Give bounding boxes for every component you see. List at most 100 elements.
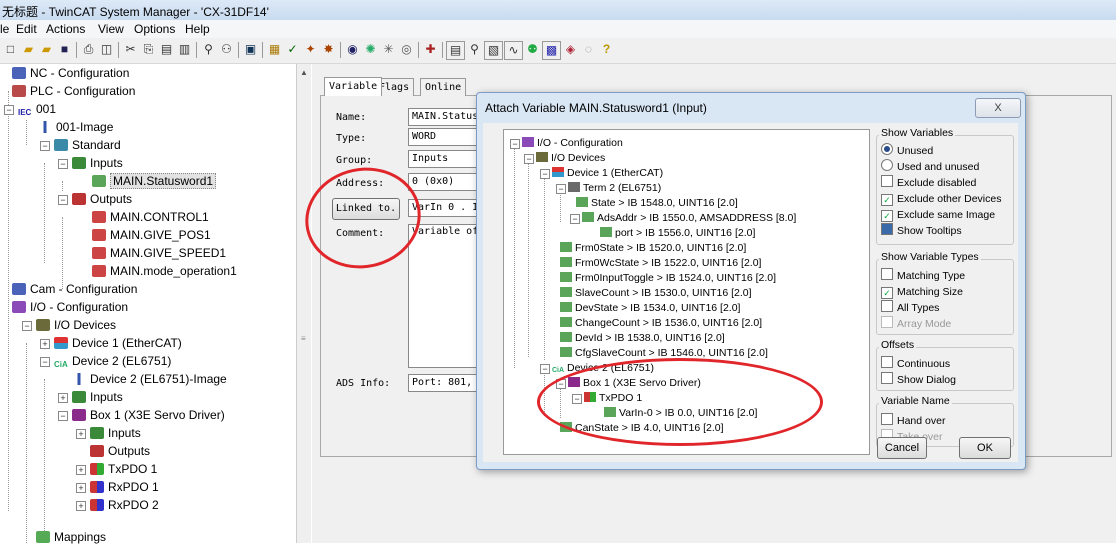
checkbox-icon[interactable] [881,300,893,312]
checkbox-icon[interactable] [881,372,893,384]
option-all-types[interactable]: All Types [881,300,939,316]
menu-actions[interactable]: Actions [46,22,85,36]
option-hand-over[interactable]: Hand over [881,413,945,429]
tree-item-nc-configuration[interactable]: NC - Configuration [12,64,129,82]
expand-toggle-icon[interactable]: − [40,141,50,151]
tree-item-device2-inputs[interactable]: Inputs [72,388,123,406]
dtree-term2[interactable]: Term 2 (EL6751) [568,180,661,196]
tree-item-inputs[interactable]: Inputs [72,154,123,172]
box-icon[interactable]: ▤ [446,41,465,60]
expand-toggle-icon[interactable]: − [540,364,550,374]
expand-toggle-icon[interactable]: − [22,321,32,331]
tree-item-rxpdo1[interactable]: RxPDO 1 [90,478,159,496]
checkbox-icon[interactable] [881,268,893,280]
expand-toggle-icon[interactable]: + [76,429,86,439]
checkbox-checked-icon[interactable]: ✓ [881,210,893,222]
dtree-io-configuration[interactable]: I/O - Configuration [522,135,623,151]
choose-target-icon[interactable]: ◉ [344,41,361,58]
tree-item-io-configuration[interactable]: I/O - Configuration [12,298,128,316]
copy-icon[interactable]: ⎘ [140,41,157,58]
zoom-icon[interactable]: ⚲ [466,41,483,58]
link-icon[interactable]: ✚ [422,41,439,58]
dtree-io-devices[interactable]: I/O Devices [536,150,605,166]
save-icon[interactable]: ■ [56,41,73,58]
info-icon[interactable]: ◌ [580,41,597,58]
expand-toggle-icon[interactable]: + [40,339,50,349]
expand-toggle-icon[interactable]: − [4,105,14,115]
option-show-dialog[interactable]: Show Dialog [881,372,956,388]
config-icon[interactable]: ▩ [542,41,561,60]
tree-item-box1-inputs[interactable]: Inputs [90,424,141,442]
option-exclude-disabled[interactable]: Exclude disabled [881,175,976,191]
dtree-changecount[interactable]: ChangeCount > IB 1536.0, UINT16 [2.0] [560,315,762,331]
menu-help[interactable]: Help [185,22,210,36]
variable-icon[interactable]: ▧ [484,41,503,60]
close-button[interactable]: X [975,98,1021,118]
expand-toggle-icon[interactable]: − [510,139,520,149]
expand-toggle-icon[interactable]: − [58,411,68,421]
tree-item-001-image[interactable]: 001-Image [38,118,113,136]
tree-item-box1[interactable]: Box 1 (X3E Servo Driver) [72,406,225,424]
find-next-icon[interactable]: ⚇ [218,41,235,58]
scope-icon[interactable]: ∿ [504,41,523,60]
option-exclude-same-image[interactable]: ✓ Exclude same Image [881,207,995,223]
option-continuous[interactable]: Continuous [881,356,950,372]
expand-toggle-icon[interactable]: + [58,393,68,403]
splitter-grip-icon[interactable]: ≡ [301,334,306,343]
option-exclude-other-devices[interactable]: ✓ Exclude other Devices [881,191,1001,207]
expand-toggle-icon[interactable]: + [76,501,86,511]
ok-button[interactable]: OK [959,437,1011,459]
dtree-state[interactable]: State > IB 1548.0, UINT16 [2.0] [576,195,738,211]
print-icon[interactable]: ⎙ [80,41,97,58]
tree-item-device1-ethercat[interactable]: Device 1 (EtherCAT) [54,334,182,352]
dtree-frm0inputtoggle[interactable]: Frm0InputToggle > IB 1524.0, UINT16 [2.0… [560,270,776,286]
tree-item-mappings[interactable]: Mappings [36,528,106,546]
tree-item-plc-configuration[interactable]: PLC - Configuration [12,82,135,100]
radio-icon[interactable] [881,159,893,171]
scan-icon[interactable]: ✺ [362,41,379,58]
tree-item-cam-configuration[interactable]: Cam - Configuration [12,280,137,298]
tab-online[interactable]: Online [420,78,467,96]
tab-variable[interactable]: Variable [324,77,383,96]
paste-icon[interactable]: ▤ [158,41,175,58]
tree-item-device2-image[interactable]: Device 2 (EL6751)-Image [72,370,227,388]
menu-view[interactable]: View [98,22,124,36]
expand-toggle-icon[interactable]: − [58,195,68,205]
tree-item-box1-outputs[interactable]: Outputs [90,442,150,460]
bus-icon[interactable]: ⚉ [524,41,541,58]
tree-item-standard[interactable]: Standard [54,136,121,154]
settings-icon[interactable]: ◎ [398,41,415,58]
menu-edit[interactable]: Edit [16,22,37,36]
option-used-and-unused[interactable]: Used and unused [881,159,979,175]
radio-selected-icon[interactable] [881,143,893,155]
checkbox-checked-icon[interactable] [881,223,893,235]
tree-item-main-control1[interactable]: MAIN.CONTROL1 [92,208,209,226]
target-icon[interactable]: ◈ [562,41,579,58]
menu-options[interactable]: Options [134,22,175,36]
dtree-devid[interactable]: DevId > IB 1538.0, UINT16 [2.0] [560,330,725,346]
generate-mappings-icon[interactable]: ▦ [266,41,283,58]
checkbox-icon[interactable] [881,356,893,368]
expand-toggle-icon[interactable]: − [556,184,566,194]
checkbox-icon[interactable] [881,413,893,425]
expand-toggle-icon[interactable]: − [524,154,534,164]
new-file-icon[interactable]: □ [2,41,19,58]
option-show-tooltips[interactable]: Show Tooltips [881,223,962,239]
help-icon[interactable]: ? [598,41,615,58]
dtree-adsaddr[interactable]: AdsAddr > IB 1550.0, AMSADDRESS [8.0] [582,210,796,226]
tree-item-main-give-speed1[interactable]: MAIN.GIVE_SPEED1 [92,244,226,262]
tree-item-io-devices[interactable]: I/O Devices [36,316,116,334]
freerun-icon[interactable]: ✳ [380,41,397,58]
open-folder2-icon[interactable]: ▰ [38,41,55,58]
tree-item-001[interactable]: IEC 001 [18,100,56,119]
expand-toggle-icon[interactable]: − [40,357,50,367]
dtree-devstate[interactable]: DevState > IB 1534.0, UINT16 [2.0] [560,300,740,316]
expand-toggle-icon[interactable]: − [540,169,550,179]
dtree-frm0state[interactable]: Frm0State > IB 1520.0, UINT16 [2.0] [560,240,746,256]
restart-icon[interactable]: ✸ [320,41,337,58]
cut-icon[interactable]: ✂ [122,41,139,58]
expand-toggle-icon[interactable]: − [58,159,68,169]
tree-item-main-mode-operation1[interactable]: MAIN.mode_operation1 [92,262,237,280]
tree-item-main-give-pos1[interactable]: MAIN.GIVE_POS1 [92,226,211,244]
expand-toggle-icon[interactable]: − [570,214,580,224]
